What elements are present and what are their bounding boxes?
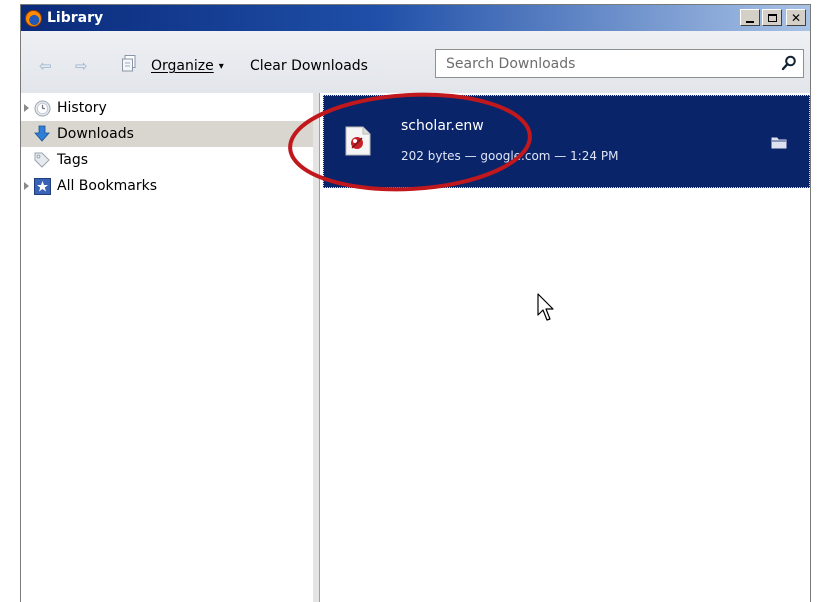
organize-label: Organize (151, 58, 214, 74)
sidebar-item-label: History (57, 100, 107, 116)
search-box (435, 49, 804, 78)
history-clock-icon (33, 99, 51, 117)
download-item[interactable]: scholar.enw 202 bytes — google.com — 1:2… (323, 95, 810, 188)
bookmarks-star-icon (33, 177, 51, 195)
sidebar-item-label: Tags (57, 152, 88, 168)
maximize-button[interactable] (762, 9, 782, 26)
sidebar: History Downloads Tags All Bookmarks (21, 93, 314, 602)
close-button[interactable]: ✕ (786, 9, 806, 26)
maximize-icon (767, 13, 777, 22)
firefox-logo-icon (25, 9, 42, 27)
file-type-icon (345, 126, 371, 156)
close-icon: ✕ (790, 10, 802, 25)
window-controls: ✕ (740, 9, 806, 26)
sidebar-item-label: Downloads (57, 126, 134, 142)
organize-icon (122, 55, 136, 72)
title-bar[interactable]: Library ✕ (21, 5, 810, 31)
toolbar: ⇦ ⇨ Organize ▾ Clear Downloads (21, 31, 810, 94)
search-input[interactable] (444, 53, 768, 75)
sidebar-item-label: All Bookmarks (57, 178, 158, 194)
sidebar-item-history[interactable]: History (21, 95, 313, 121)
clear-downloads-button[interactable]: Clear Downloads (250, 58, 368, 74)
search-icon[interactable] (781, 55, 797, 71)
minimize-button[interactable] (740, 9, 760, 26)
sidebar-item-all-bookmarks[interactable]: All Bookmarks (21, 173, 313, 199)
minimize-icon (746, 20, 754, 23)
downloads-list: scholar.enw 202 bytes — google.com — 1:2… (320, 93, 810, 602)
organize-menu-button[interactable]: Organize ▾ (151, 58, 224, 74)
sidebar-item-downloads[interactable]: Downloads (21, 121, 313, 147)
window-title: Library (47, 10, 104, 26)
back-arrow-icon[interactable]: ⇦ (39, 57, 52, 75)
open-folder-icon[interactable] (771, 136, 787, 149)
dropdown-arrow-icon: ▾ (218, 60, 224, 72)
tag-icon (33, 151, 51, 169)
library-window: Library ✕ ⇦ ⇨ Organize ▾ Clear Downloads (20, 4, 811, 602)
mouse-pointer-icon (537, 293, 554, 321)
expand-twisty-icon[interactable] (24, 182, 29, 190)
download-file-name: scholar.enw (401, 118, 484, 134)
pane-splitter[interactable] (313, 93, 320, 602)
download-details: 202 bytes — google.com — 1:24 PM (401, 149, 619, 163)
downloads-arrow-icon (33, 125, 51, 143)
sidebar-item-tags[interactable]: Tags (21, 147, 313, 173)
forward-arrow-icon[interactable]: ⇨ (75, 57, 88, 75)
expand-twisty-icon[interactable] (24, 104, 29, 112)
